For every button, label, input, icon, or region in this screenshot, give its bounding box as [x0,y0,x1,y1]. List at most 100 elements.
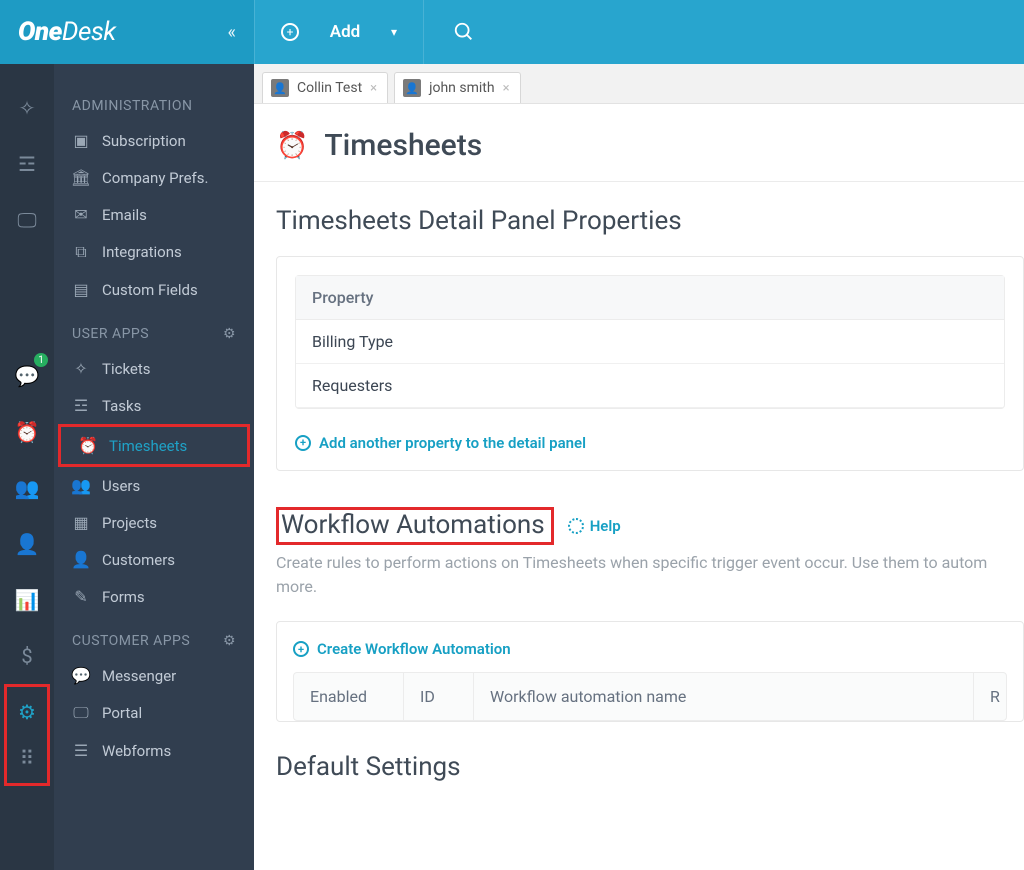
sidebar-item-company-prefs[interactable]: 🏛Company Prefs. [54,159,254,196]
icon-rail: ✧ ☲ 🖵 💬1 ⏰ 👥 👤 📊 $ ⚙ ⠿ [0,0,54,870]
sidebar-item-emails[interactable]: ✉Emails [54,196,254,233]
rail-tickets-icon[interactable]: ✧ [8,89,46,127]
rail-settings-icon[interactable]: ⚙ [8,693,46,731]
workflow-description: Create rules to perform actions on Times… [276,551,1024,599]
rail-chat-icon[interactable]: 💬1 [8,357,46,395]
envelope-icon: ✉ [72,205,90,224]
col-property: Property [296,276,1004,320]
sidebar: ADMINISTRATION ▣Subscription 🏛Company Pr… [54,0,254,870]
table-row[interactable]: Billing Type [296,320,1004,364]
content: ⏰ Timesheets Timesheets Detail Panel Pro… [254,104,1024,782]
logo-bold: One [18,17,62,47]
subscription-icon: ▣ [72,131,90,150]
sidebar-item-tasks[interactable]: ☲Tasks [54,387,254,424]
main-area: 👤 Collin Test × 👤 john smith × ⏰ Timeshe… [254,0,1024,870]
sidebar-heading-user: USER APPS⚙ [54,308,254,350]
col-enabled: Enabled [294,673,404,720]
rail-users-money-icon[interactable]: 👥 [8,469,46,507]
workflow-panel: + Create Workflow Automation Enabled ID … [276,621,1024,723]
tab-collin[interactable]: 👤 Collin Test × [262,72,388,103]
gear-icon[interactable]: ⚙ [223,326,236,342]
page-title-row: ⏰ Timesheets [276,116,1024,181]
avatar-icon: 👤 [271,79,289,97]
tab-label: john smith [429,80,494,96]
help-link[interactable]: Help [568,517,621,535]
sidebar-heading-admin: ADMINISTRATION [54,80,254,122]
rail-analytics-icon[interactable]: 📊 [8,581,46,619]
tab-label: Collin Test [297,80,362,96]
ticket-icon: ✧ [72,359,90,378]
plus-circle-icon: + [281,23,299,41]
add-button[interactable]: + Add ▾ [254,0,424,64]
webforms-icon: ☰ [72,741,90,760]
close-icon[interactable]: × [503,81,510,96]
gear-icon[interactable]: ⚙ [223,633,236,649]
sidebar-item-customers[interactable]: 👤Customers [54,541,254,578]
tab-john[interactable]: 👤 john smith × [394,72,520,103]
sidebar-item-timesheets[interactable]: ⏰Timesheets [61,427,247,464]
messenger-icon: 💬 [72,666,90,685]
sidebar-item-subscription[interactable]: ▣Subscription [54,122,254,159]
search-icon [453,21,475,43]
avatar-icon: 👤 [403,79,421,97]
projects-icon: ▦ [72,513,90,532]
search-button[interactable] [424,21,504,43]
workflow-automations-heading: Workflow Automations [281,510,545,540]
fields-icon: ▤ [72,280,90,299]
brand-area: OneDesk « [0,0,254,64]
workflow-table-header: Enabled ID Workflow automation name R [293,672,1007,721]
sidebar-item-tickets[interactable]: ✧Tickets [54,350,254,387]
add-property-button[interactable]: + Add another property to the detail pan… [295,434,586,452]
monitor-icon: 🖵 [72,703,90,723]
table-row[interactable]: Requesters [296,364,1004,408]
rail-dollar-icon[interactable]: $ [8,637,46,675]
divider [254,181,1024,182]
sidebar-item-messenger[interactable]: 💬Messenger [54,657,254,694]
plus-circle-icon: + [293,641,309,657]
collapse-sidebar-icon[interactable]: « [228,22,236,43]
properties-table-wrapper: Property Billing Type Requesters [295,275,1005,409]
sidebar-item-webforms[interactable]: ☰Webforms [54,732,254,769]
col-name: Workflow automation name [474,673,974,720]
rail-highlight-box: ⚙ ⠿ [4,684,50,786]
col-r: R [974,673,1006,720]
page-title: Timesheets [324,128,482,163]
default-settings-heading: Default Settings [276,752,1024,782]
plus-circle-icon: + [295,435,311,451]
workflow-highlight-box: Workflow Automations [276,507,554,545]
tasks-icon: ☲ [72,396,90,415]
alarm-icon: ⏰ [79,436,97,455]
users-icon: 👥 [72,476,90,495]
create-workflow-button[interactable]: + Create Workflow Automation [293,640,511,658]
sidebar-highlight-box: ⏰Timesheets [58,424,250,467]
sidebar-item-integrations[interactable]: ⧉Integrations [54,233,254,271]
tab-bar: 👤 Collin Test × 👤 john smith × [254,64,1024,104]
sidebar-item-portal[interactable]: 🖵Portal [54,694,254,732]
rail-badge: 1 [34,353,48,367]
properties-panel: Property Billing Type Requesters + Add a… [276,256,1024,471]
building-icon: 🏛 [72,168,90,187]
properties-table: Property Billing Type Requesters [296,276,1004,408]
sidebar-item-custom-fields[interactable]: ▤Custom Fields [54,271,254,308]
sidebar-item-forms[interactable]: ✎Forms [54,578,254,615]
detail-panel-heading: Timesheets Detail Panel Properties [276,206,1024,236]
workflow-heading-row: Workflow Automations Help [276,507,1024,545]
sidebar-heading-customer: CUSTOMER APPS⚙ [54,615,254,657]
sidebar-item-users[interactable]: 👥Users [54,467,254,504]
rail-grid-icon[interactable]: ⠿ [8,739,46,777]
close-icon[interactable]: × [370,81,377,96]
forms-icon: ✎ [72,587,90,606]
add-label: Add [330,22,361,42]
rail-presentation-icon[interactable]: 🖵 [8,201,46,239]
rail-alarm-icon[interactable]: ⏰ [8,413,46,451]
alarm-icon: ⏰ [276,131,308,161]
sidebar-item-projects[interactable]: ▦Projects [54,504,254,541]
logo: OneDesk [18,17,116,47]
rail-people-icon[interactable]: 👤 [8,525,46,563]
customers-icon: 👤 [72,550,90,569]
logo-light: Desk [62,17,116,47]
rail-tasks-icon[interactable]: ☲ [8,145,46,183]
chevron-down-icon: ▾ [391,25,397,39]
add-property-row: + Add another property to the detail pan… [277,427,1023,470]
col-id: ID [404,673,474,720]
